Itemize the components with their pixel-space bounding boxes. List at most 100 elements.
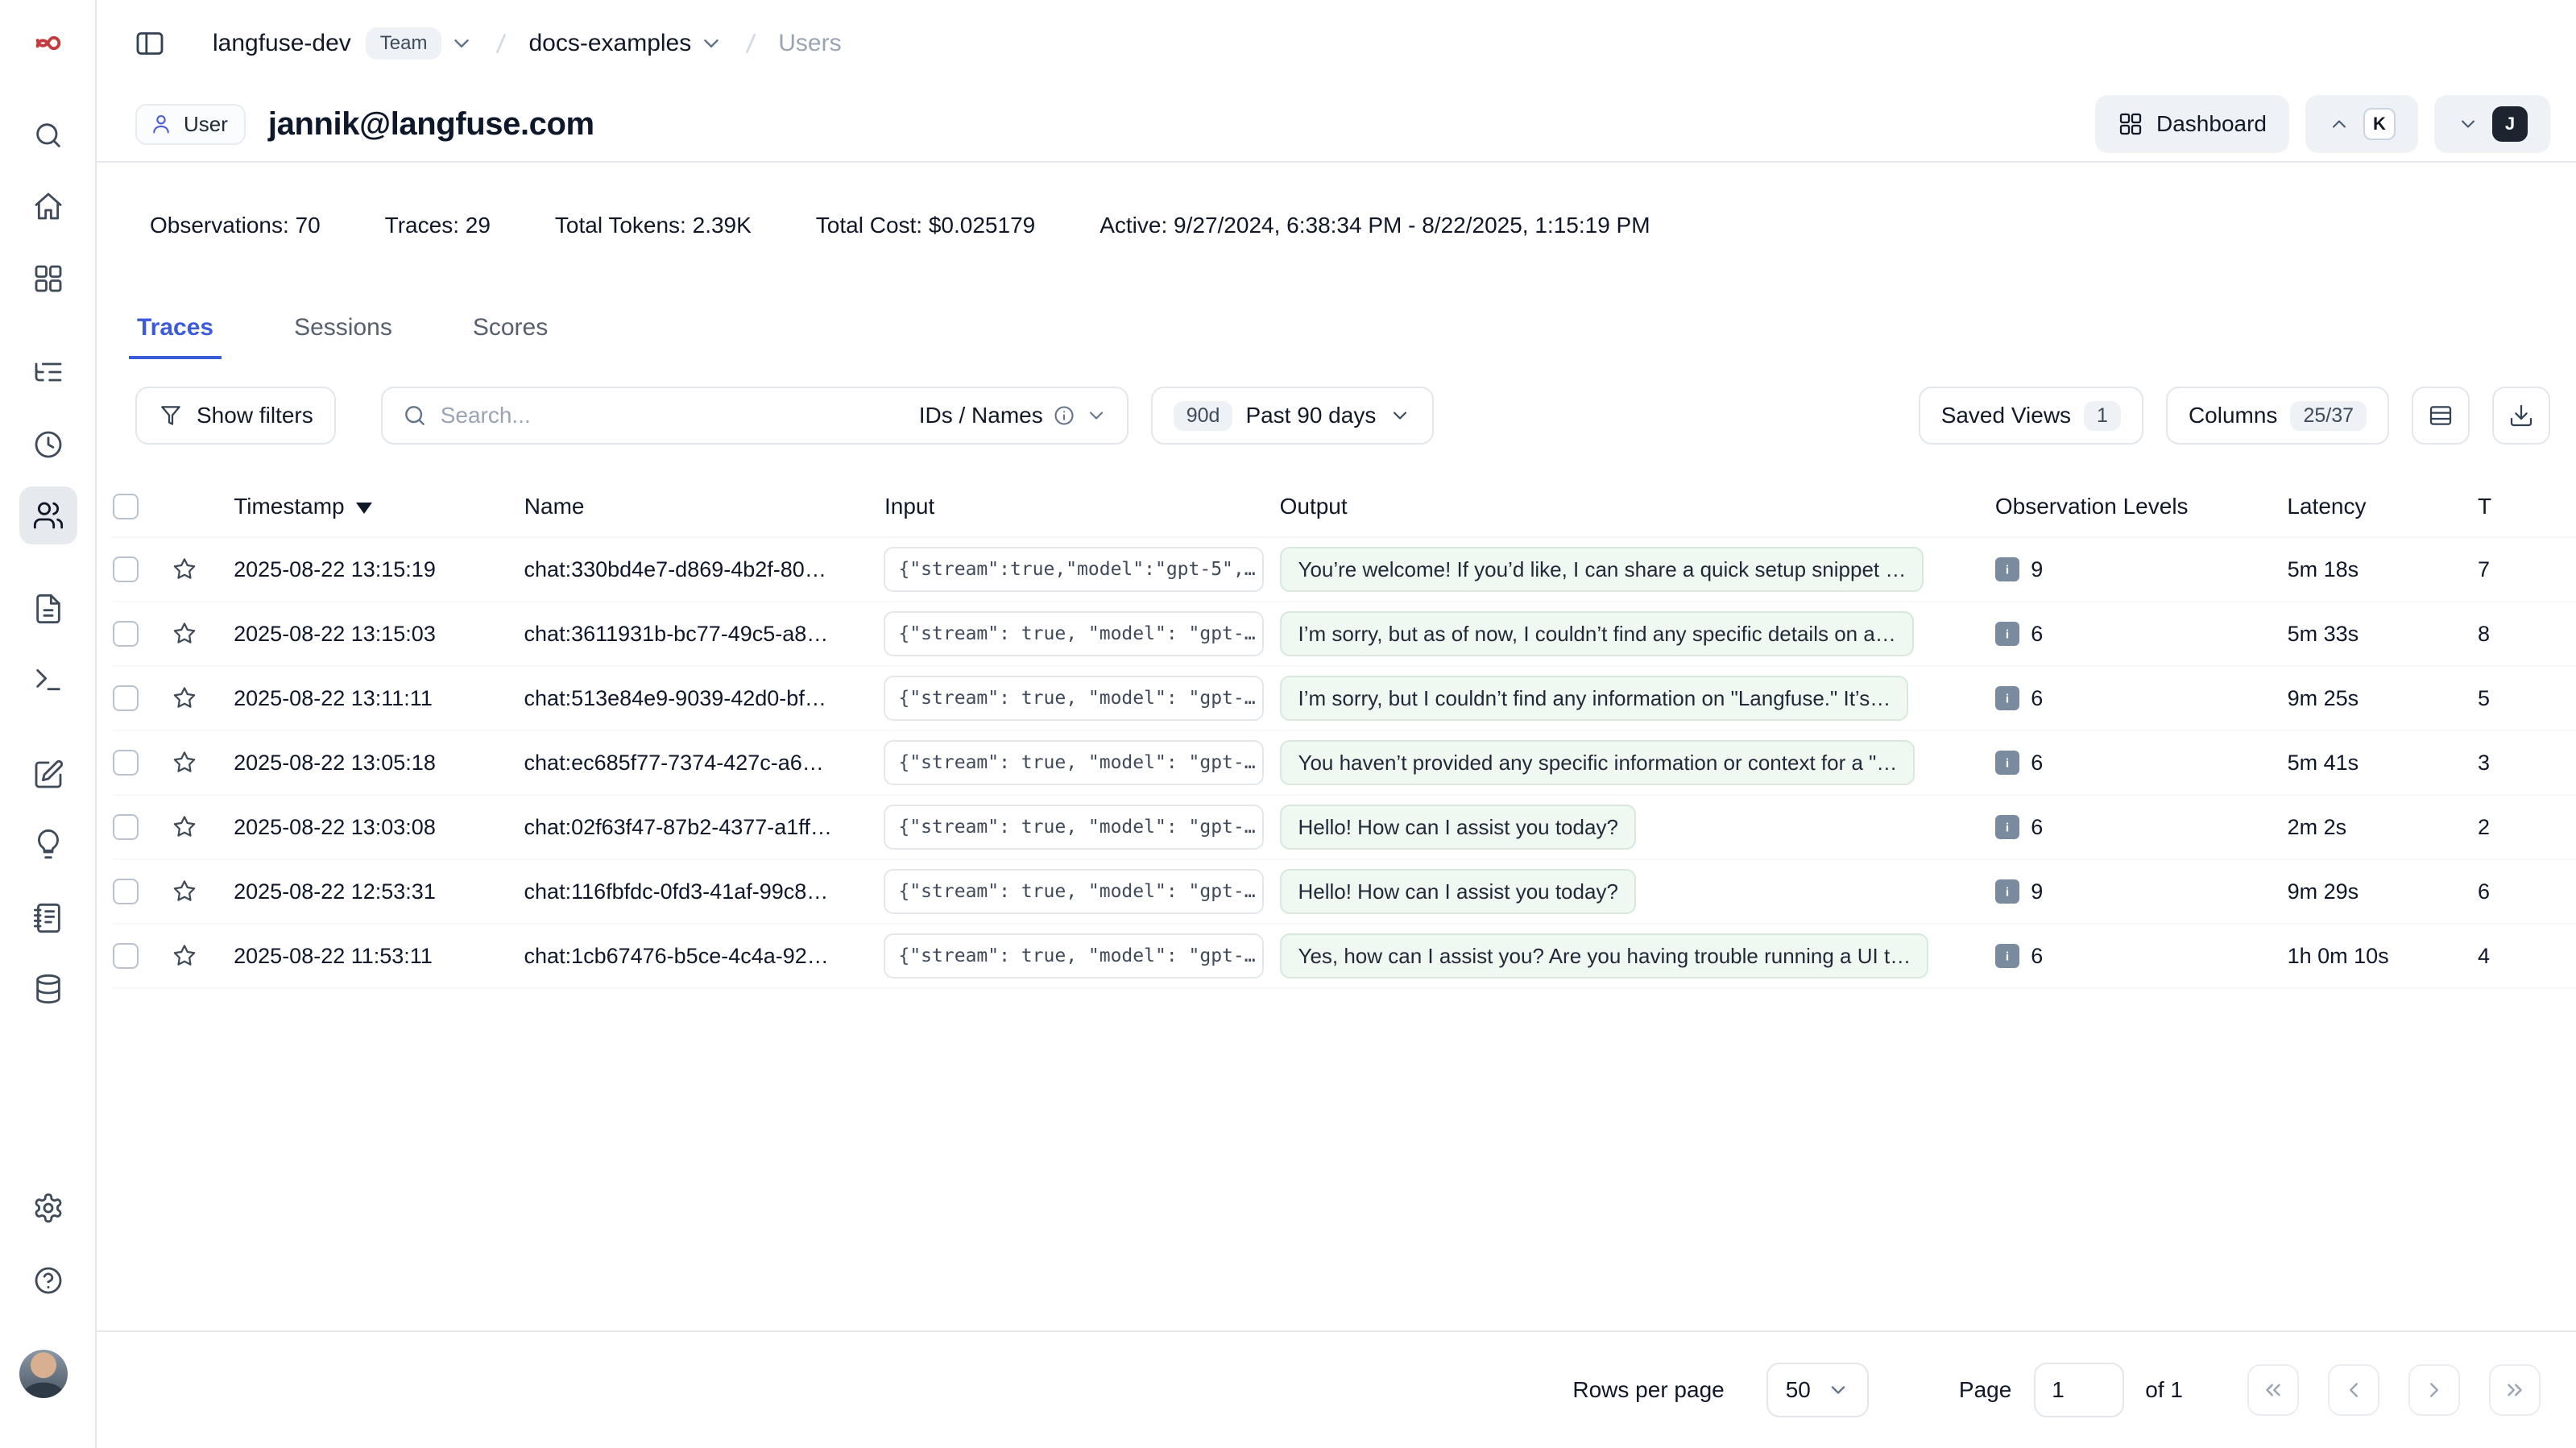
row-star-cell [160, 813, 214, 842]
output-chip[interactable]: I’m sorry, but as of now, I couldn’t fin… [1280, 611, 1913, 656]
table-row[interactable]: 2025-08-22 13:15:03 chat:3611931b-bc77-4… [113, 602, 2576, 667]
page-number-input[interactable] [2034, 1363, 2124, 1417]
table-row[interactable]: 2025-08-22 13:03:08 chat:02f63f47-87b2-4… [113, 796, 2576, 860]
sidebar-toggle-icon[interactable] [126, 19, 174, 68]
input-chip[interactable]: {"stream": true, "model": "gpt-… [884, 676, 1264, 721]
table-row[interactable]: 2025-08-22 12:53:31 chat:116fbfdc-0fd3-4… [113, 860, 2576, 925]
input-chip[interactable]: {"stream": true, "model": "gpt-… [884, 740, 1264, 785]
input-chip[interactable]: {"stream":true,"model":"gpt-5",… [884, 547, 1264, 592]
main-area: langfuse-dev Team docs-examples Users Us… [97, 0, 2576, 1448]
cell-input: {"stream":true,"model":"gpt-5",… [871, 547, 1264, 592]
cell-name: chat:513e84e9-9039-42d0-bf… [510, 686, 872, 711]
support-icon[interactable] [19, 1251, 77, 1309]
first-page-button[interactable] [2247, 1364, 2299, 1416]
output-chip[interactable]: You haven’t provided any specific inform… [1280, 740, 1915, 785]
output-chip[interactable]: Yes, how can I assist you? Are you havin… [1280, 933, 1928, 978]
evaluation-icon[interactable] [19, 746, 77, 804]
header-input[interactable]: Input [872, 494, 1264, 519]
table-row[interactable]: 2025-08-22 13:11:11 chat:513e84e9-9039-4… [113, 667, 2576, 731]
export-button[interactable] [2492, 387, 2550, 445]
rows-per-page-select[interactable]: 50 [1766, 1363, 1869, 1417]
show-filters-button[interactable]: Show filters [135, 387, 336, 445]
profile-avatar[interactable] [19, 1350, 68, 1398]
chevron-down-icon[interactable] [699, 31, 723, 56]
star-icon[interactable] [170, 941, 199, 970]
home-icon[interactable] [19, 177, 77, 235]
columns-button[interactable]: Columns 25/37 [2166, 387, 2389, 445]
database-icon[interactable] [19, 960, 77, 1018]
input-chip[interactable]: {"stream": true, "model": "gpt-… [884, 805, 1264, 850]
stat-observations: Observations: 70 [150, 213, 321, 238]
dashboard-button[interactable]: Dashboard [2095, 95, 2289, 153]
next-page-button[interactable] [2408, 1364, 2460, 1416]
cell-observation-levels: 9 [1982, 557, 2274, 582]
stat-traces: Traces: 29 [385, 213, 491, 238]
input-chip[interactable]: {"stream": true, "model": "gpt-… [884, 611, 1264, 656]
tracing-icon[interactable] [19, 343, 77, 401]
star-icon[interactable] [170, 748, 199, 777]
header-observation-levels[interactable]: Observation Levels [1982, 494, 2275, 519]
previous-user-button[interactable]: K [2305, 95, 2418, 153]
playground-icon[interactable] [19, 651, 77, 709]
input-chip[interactable]: {"stream": true, "model": "gpt-… [884, 933, 1264, 978]
level-default-icon [1995, 879, 2019, 904]
star-icon[interactable] [170, 619, 199, 648]
search-icon[interactable] [19, 106, 77, 164]
insights-icon[interactable] [19, 815, 77, 873]
row-checkbox[interactable] [113, 814, 139, 840]
settings-icon[interactable] [19, 1179, 77, 1237]
previous-page-button[interactable] [2328, 1364, 2379, 1416]
cell-observation-levels: 9 [1982, 879, 2274, 904]
sessions-icon[interactable] [19, 416, 77, 474]
star-icon[interactable] [170, 555, 199, 584]
next-user-button[interactable]: J [2434, 95, 2550, 153]
dashboards-icon[interactable] [19, 250, 77, 308]
row-checkbox[interactable] [113, 879, 139, 904]
row-checkbox[interactable] [113, 943, 139, 969]
saved-views-button[interactable]: Saved Views 1 [1919, 387, 2143, 445]
star-icon[interactable] [170, 813, 199, 842]
table-row[interactable]: 2025-08-22 11:53:11 chat:1cb67476-b5ce-4… [113, 925, 2576, 989]
input-chip[interactable]: {"stream": true, "model": "gpt-… [884, 869, 1264, 914]
star-icon[interactable] [170, 877, 199, 906]
last-page-button[interactable] [2489, 1364, 2541, 1416]
breadcrumb-org[interactable]: langfuse-dev [213, 30, 351, 57]
tab-sessions[interactable]: Sessions [286, 314, 400, 359]
output-chip[interactable]: You’re welcome! If you’d like, I can sha… [1280, 547, 1924, 592]
users-icon[interactable] [19, 486, 77, 544]
org-type-badge: Team [366, 27, 442, 60]
header-extra[interactable]: T [2465, 494, 2576, 519]
langfuse-logo[interactable] [19, 14, 77, 72]
header-output[interactable]: Output [1264, 494, 1982, 519]
date-range-button[interactable]: 90d Past 90 days [1151, 387, 1435, 445]
search-scope-select[interactable]: IDs / Names [919, 403, 1108, 428]
row-height-button[interactable] [2412, 387, 2470, 445]
output-chip[interactable]: I’m sorry, but I couldn’t find any infor… [1280, 676, 1908, 721]
prompts-icon[interactable] [19, 580, 77, 638]
table-row[interactable]: 2025-08-22 13:15:19 chat:330bd4e7-d869-4… [113, 538, 2576, 602]
tab-scores[interactable]: Scores [465, 314, 556, 359]
filter-icon [158, 403, 184, 428]
chevron-down-icon[interactable] [449, 31, 474, 56]
header-latency[interactable]: Latency [2274, 494, 2465, 519]
header-name[interactable]: Name [510, 494, 872, 519]
row-checkbox[interactable] [113, 750, 139, 776]
datasets-icon[interactable] [19, 889, 77, 947]
table-row[interactable]: 2025-08-22 13:05:18 chat:ec685f77-7374-4… [113, 731, 2576, 796]
tab-traces[interactable]: Traces [129, 314, 222, 359]
header-timestamp[interactable]: Timestamp [214, 494, 510, 519]
select-all-checkbox[interactable] [113, 494, 139, 519]
output-chip[interactable]: Hello! How can I assist you today? [1280, 869, 1635, 914]
level-count: 6 [2031, 815, 2043, 840]
star-icon[interactable] [170, 684, 199, 713]
cell-name: chat:3611931b-bc77-49c5-a8… [510, 622, 872, 647]
row-checkbox[interactable] [113, 556, 139, 582]
row-checkbox-cell [113, 556, 160, 582]
row-checkbox[interactable] [113, 685, 139, 711]
cell-extra: 8 [2465, 622, 2576, 647]
level-default-icon [1995, 815, 2019, 839]
breadcrumb-project[interactable]: docs-examples [528, 30, 691, 57]
search-input[interactable] [441, 403, 906, 428]
row-checkbox[interactable] [113, 621, 139, 647]
output-chip[interactable]: Hello! How can I assist you today? [1280, 805, 1635, 850]
